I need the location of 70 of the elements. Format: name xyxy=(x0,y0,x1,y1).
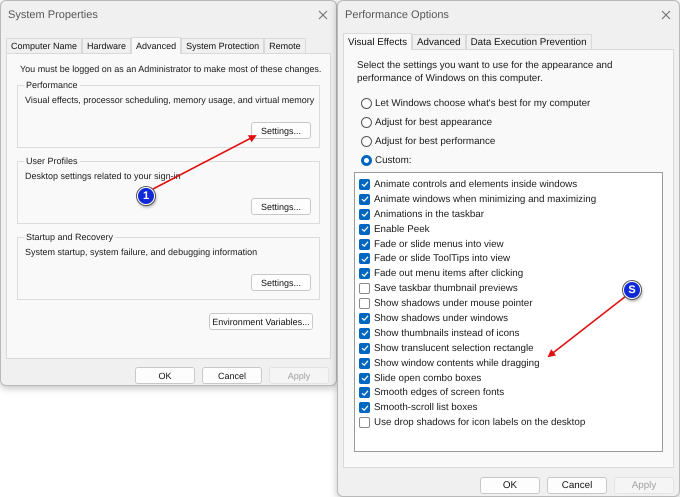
dialog-button[interactable]: OK xyxy=(135,367,195,384)
checkbox[interactable] xyxy=(359,402,370,414)
settings-button[interactable]: Settings... xyxy=(251,122,311,139)
notice-text: You must be logged on as an Administrator to make most of these changes. xyxy=(20,64,320,74)
checkbox[interactable] xyxy=(359,372,370,384)
checkbox-label[interactable]: Fade out menu items after clicking xyxy=(374,268,524,280)
checkbox-label[interactable]: Animate windows when minimizing and maximizing xyxy=(374,194,596,205)
checkbox-label[interactable]: Show window contents while dragging xyxy=(374,358,540,369)
tab[interactable]: Advanced xyxy=(131,37,182,54)
checkbox[interactable] xyxy=(359,312,370,324)
group-title: User Profiles xyxy=(24,156,80,166)
checkbox[interactable] xyxy=(359,328,370,339)
checkbox[interactable] xyxy=(359,194,370,205)
checkbox-label[interactable]: Show shadows under mouse pointer xyxy=(374,298,532,310)
window-title: Performance Options xyxy=(345,9,449,21)
checkbox-label[interactable]: Use drop shadows for icon labels on the desktop xyxy=(374,417,586,428)
checkbox-label[interactable]: Enable Peek xyxy=(374,224,430,235)
tab[interactable]: Computer Name xyxy=(6,38,82,53)
window-title: System Properties xyxy=(8,9,98,21)
dialog-button[interactable]: Cancel xyxy=(547,477,607,494)
environment-variables-button[interactable]: Environment Variables... xyxy=(209,313,313,330)
close-icon[interactable] xyxy=(661,10,671,20)
tab[interactable]: Data Execution Prevention xyxy=(466,34,592,49)
checkbox-label[interactable]: Show translucent selection rectangle xyxy=(374,342,534,354)
dialog-button[interactable]: OK xyxy=(480,477,540,494)
checkbox[interactable] xyxy=(359,253,370,264)
option-label[interactable]: Adjust for best performance xyxy=(375,136,496,146)
checkbox[interactable] xyxy=(359,358,370,369)
checkbox-label[interactable]: Smooth-scroll list boxes xyxy=(374,402,478,414)
checkbox-label[interactable]: Show shadows under windows xyxy=(374,312,508,324)
radio-button[interactable] xyxy=(361,154,372,166)
checkbox[interactable] xyxy=(359,283,370,294)
step-badge: 1 xyxy=(137,187,155,205)
option-label[interactable]: Custom: xyxy=(375,154,412,166)
option-label[interactable]: Adjust for best appearance xyxy=(375,116,492,128)
checkbox[interactable] xyxy=(359,268,370,280)
radio-button[interactable] xyxy=(361,98,372,108)
checkbox[interactable] xyxy=(359,298,370,310)
instructions-text: Select the settings you want to use for the appearance and performance of Windows on this computer. xyxy=(357,59,614,85)
tab[interactable]: Advanced xyxy=(412,34,466,49)
checkbox[interactable] xyxy=(359,224,370,235)
step-badge: S xyxy=(623,281,641,299)
radio-button[interactable] xyxy=(361,116,372,128)
checkbox-label[interactable]: Fade or slide menus into view xyxy=(374,238,504,250)
checkbox-label[interactable]: Smooth edges of screen fonts xyxy=(374,387,504,398)
checkbox[interactable] xyxy=(359,417,370,428)
tab[interactable]: Visual Effects xyxy=(343,33,412,50)
checkbox-label[interactable]: Animate controls and elements inside windows xyxy=(374,178,578,190)
settings-button[interactable]: Settings... xyxy=(251,274,311,291)
checkbox-label[interactable]: Slide open combo boxes xyxy=(374,372,482,384)
settings-button[interactable]: Settings... xyxy=(251,198,311,215)
checkbox[interactable] xyxy=(359,387,370,398)
checkbox[interactable] xyxy=(359,238,370,250)
checkbox-label[interactable]: Animations in the taskbar xyxy=(374,208,484,220)
tab[interactable]: System Protection xyxy=(181,38,264,53)
checkbox[interactable] xyxy=(359,208,370,220)
checkbox[interactable] xyxy=(359,342,370,354)
checkbox-label[interactable]: Save taskbar thumbnail previews xyxy=(374,283,518,294)
group-description: System startup, system failure, and debugging information xyxy=(25,247,258,257)
tab[interactable]: Hardware xyxy=(82,38,132,53)
option-label[interactable]: Let Windows choose what's best for my computer xyxy=(375,98,590,108)
group-title: Performance xyxy=(24,80,80,90)
tab[interactable]: Remote xyxy=(264,38,306,53)
checkbox-label[interactable]: Show thumbnails instead of icons xyxy=(374,328,520,339)
group-title: Startup and Recovery xyxy=(24,232,116,242)
checkbox[interactable] xyxy=(359,178,370,190)
radio-button[interactable] xyxy=(361,136,372,146)
dialog-button[interactable]: Cancel xyxy=(202,367,262,384)
checkbox-label[interactable]: Fade or slide ToolTips into view xyxy=(374,253,510,264)
close-icon[interactable] xyxy=(318,10,328,20)
